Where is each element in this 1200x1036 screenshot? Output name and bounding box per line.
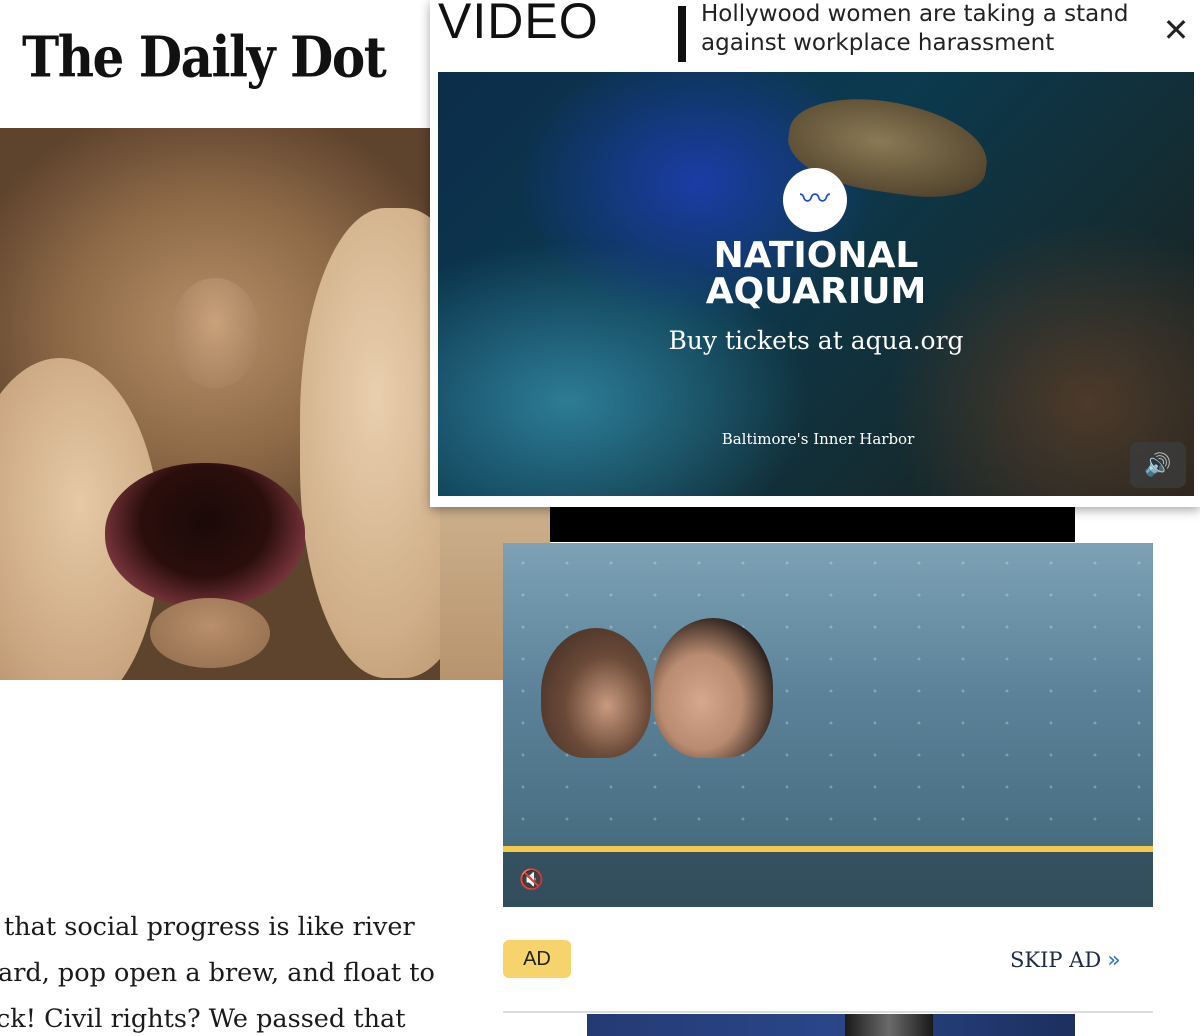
title-accent-bar	[678, 6, 686, 62]
ad-cta-text: Buy tickets at aqua.org	[668, 326, 964, 355]
ad-person-woman	[541, 628, 651, 758]
site-header: The Daily Dot	[0, 0, 440, 128]
hero-mouth	[105, 463, 305, 608]
video-title[interactable]: Hollywood women are taking a stand again…	[701, 0, 1171, 58]
video-label: VIDEO	[438, 0, 599, 49]
skip-ad-button[interactable]: SKIP AD»	[1010, 944, 1121, 976]
article-line: that social progress is like river	[4, 912, 415, 942]
ad-brand-name: NATIONAL AQUARIUM	[705, 235, 927, 312]
divider	[503, 1011, 1153, 1013]
ad-person-man	[653, 618, 773, 758]
hero-chin	[150, 598, 270, 668]
ad-location-text: Baltimore's Inner Harbor	[721, 430, 915, 448]
article-body: that social progress is like river ard, …	[0, 904, 470, 1036]
close-icon[interactable]: ✕	[1158, 12, 1194, 48]
mute-icon[interactable]: 🔇	[519, 868, 549, 892]
skip-ad-label: SKIP AD	[1010, 948, 1102, 972]
video-frame[interactable]: 〰 NATIONAL AQUARIUM Buy tickets at aqua.…	[438, 72, 1194, 496]
article-line: ck! Civil rights? We passed that	[0, 1004, 406, 1034]
fish-emblem-icon: 〰	[783, 168, 847, 232]
ad-video-player[interactable]: 🔇	[503, 543, 1153, 907]
ad-badge: AD	[503, 940, 571, 978]
hero-image	[0, 128, 440, 680]
floating-video-player: VIDEO Hollywood women are taking a stand…	[430, 0, 1200, 507]
article-line: ard, pop open a brew, and float to	[0, 958, 435, 988]
volume-icon[interactable]: 🔊	[1130, 442, 1186, 488]
hero-nose	[170, 278, 260, 388]
hero-hand-right	[300, 208, 440, 678]
thumbnail-detail	[845, 1014, 933, 1036]
ad-progress-bar	[503, 846, 1153, 852]
site-logo[interactable]: The Daily Dot	[22, 24, 387, 90]
double-chevron-right-icon: »	[1107, 948, 1121, 973]
ad-control-bar	[503, 852, 1153, 907]
next-content-thumbnail[interactable]	[587, 1014, 1075, 1036]
